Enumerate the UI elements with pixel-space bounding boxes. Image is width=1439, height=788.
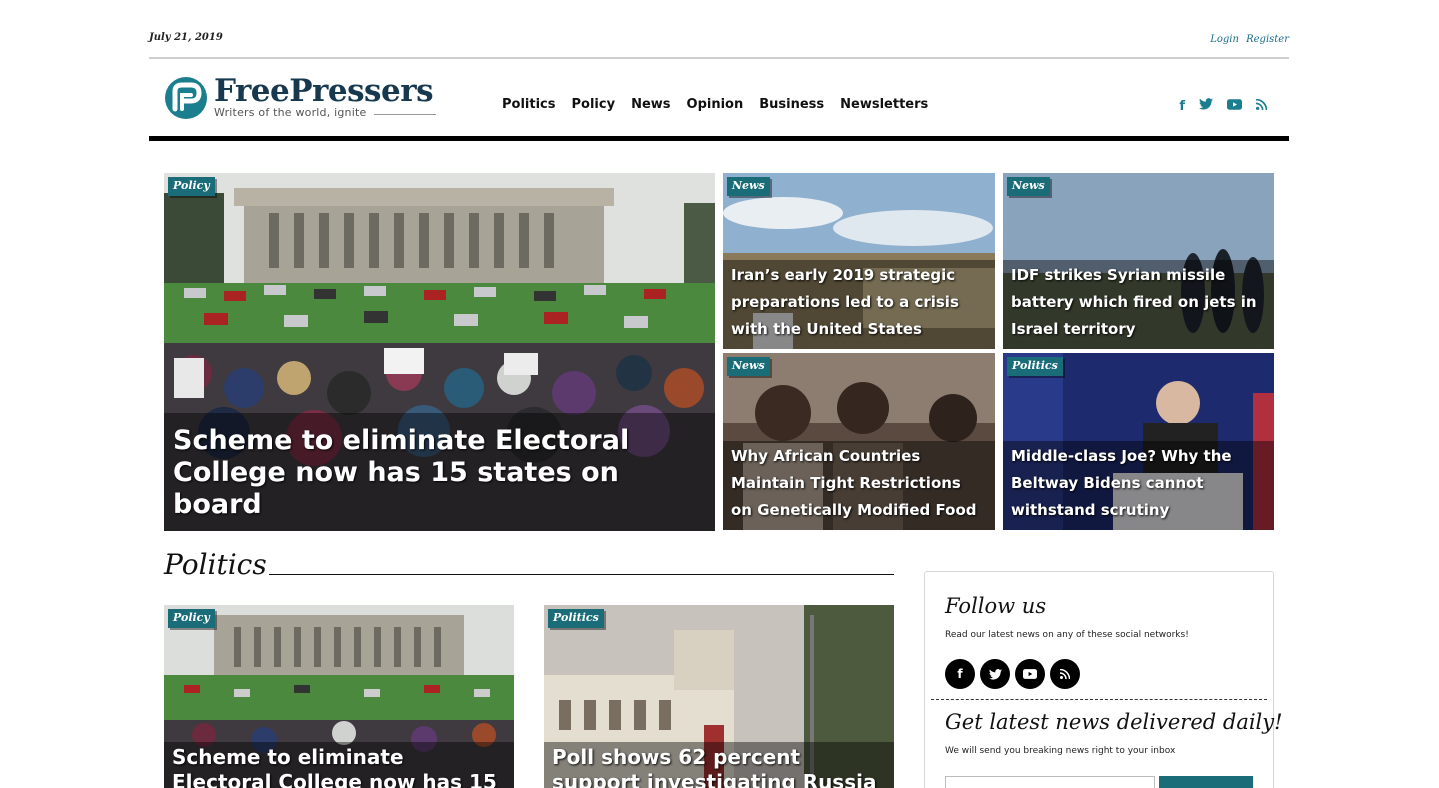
politics-card-1[interactable]: Policy Scheme to eliminate Electoral Col… [164,605,514,788]
follow-us-subtitle: Read our latest news on any of these soc… [945,630,1189,640]
category-badge[interactable]: News [727,177,770,196]
auth-links: Login Register [1206,34,1289,45]
register-link[interactable]: Register [1246,34,1289,45]
newsletter-subtitle: We will send you breaking news right to … [945,746,1176,756]
newsletter-title: Get latest news delivered daily! [945,710,1283,734]
politics-card-2[interactable]: Politics Poll shows 62 percent support i… [544,605,894,788]
brand-tagline: Writers of the world, ignite [214,106,367,119]
sidebar-divider [931,699,1267,700]
site-header: FreePressers Writers of the world, ignit… [149,60,1289,141]
category-badge[interactable]: Politics [1007,357,1063,376]
nav-item-opinion[interactable]: Opinion [687,97,744,112]
nav-item-newsletters[interactable]: Newsletters [840,97,928,112]
nav-item-business[interactable]: Business [759,97,824,112]
section-rule [262,574,894,575]
main-nav: Politics Policy News Opinion Business Ne… [502,97,944,112]
sidebar-social-links: f [945,659,1080,689]
nav-item-politics[interactable]: Politics [502,97,556,112]
politics-card-headline[interactable]: Poll shows 62 percent support investigat… [544,742,894,788]
rss-icon[interactable] [1255,98,1268,114]
hero-main-headline[interactable]: Scheme to eliminate Electoral College no… [164,413,715,531]
hero-side-headline[interactable]: Middle-class Joe? Why the Beltway Bidens… [1003,441,1274,530]
hero-side-article-3[interactable]: News Why African Countries Maintain Tigh… [723,353,995,530]
top-bar: July 21, 2019 Login Register [149,0,1289,59]
email-field[interactable] [945,776,1155,788]
section-title[interactable]: Politics [164,548,269,581]
facebook-icon[interactable]: f [945,659,975,689]
twitter-icon[interactable] [1199,98,1213,114]
youtube-icon[interactable] [1227,98,1242,114]
category-badge[interactable]: Policy [168,609,215,628]
follow-us-title: Follow us [945,594,1047,618]
hero-side-article-4[interactable]: Politics Middle-class Joe? Why the Beltw… [1003,353,1274,530]
facebook-icon[interactable]: f [1179,99,1185,114]
hero-side-headline[interactable]: Why African Countries Maintain Tight Res… [723,441,995,530]
site-logo[interactable]: FreePressers Writers of the world, ignit… [164,74,436,124]
tagline-rule [374,114,436,115]
brand-name: FreePressers [214,73,434,109]
category-badge[interactable]: Policy [168,177,215,196]
sidebar-widget: Follow us Read our latest news on any of… [924,571,1283,788]
current-date: July 21, 2019 [149,32,223,43]
category-badge[interactable]: Politics [548,609,604,628]
rss-icon[interactable] [1050,659,1080,689]
category-badge[interactable]: News [727,357,770,376]
hero-side-article-2[interactable]: News IDF strikes Syrian missile battery … [1003,173,1274,349]
hero-main-article[interactable]: Policy Scheme to eliminate Electoral Col… [164,173,715,531]
subscribe-button[interactable]: Subscribe [1159,776,1253,788]
twitter-icon[interactable] [980,659,1010,689]
nav-item-news[interactable]: News [631,97,670,112]
nav-item-policy[interactable]: Policy [572,97,616,112]
politics-card-headline[interactable]: Scheme to eliminate Electoral College no… [164,742,514,788]
logo-mark-icon [165,77,207,119]
youtube-icon[interactable] [1015,659,1045,689]
politics-section-header: Politics [164,548,894,581]
category-badge[interactable]: News [1007,177,1050,196]
hero-side-article-1[interactable]: News Iran’s early 2019 strategic prepara… [723,173,995,349]
login-link[interactable]: Login [1210,34,1239,45]
hero-side-headline[interactable]: Iran’s early 2019 strategic preparations… [723,260,995,349]
hero-side-headline[interactable]: IDF strikes Syrian missile battery which… [1003,260,1274,349]
header-social-links: f [1179,98,1268,114]
